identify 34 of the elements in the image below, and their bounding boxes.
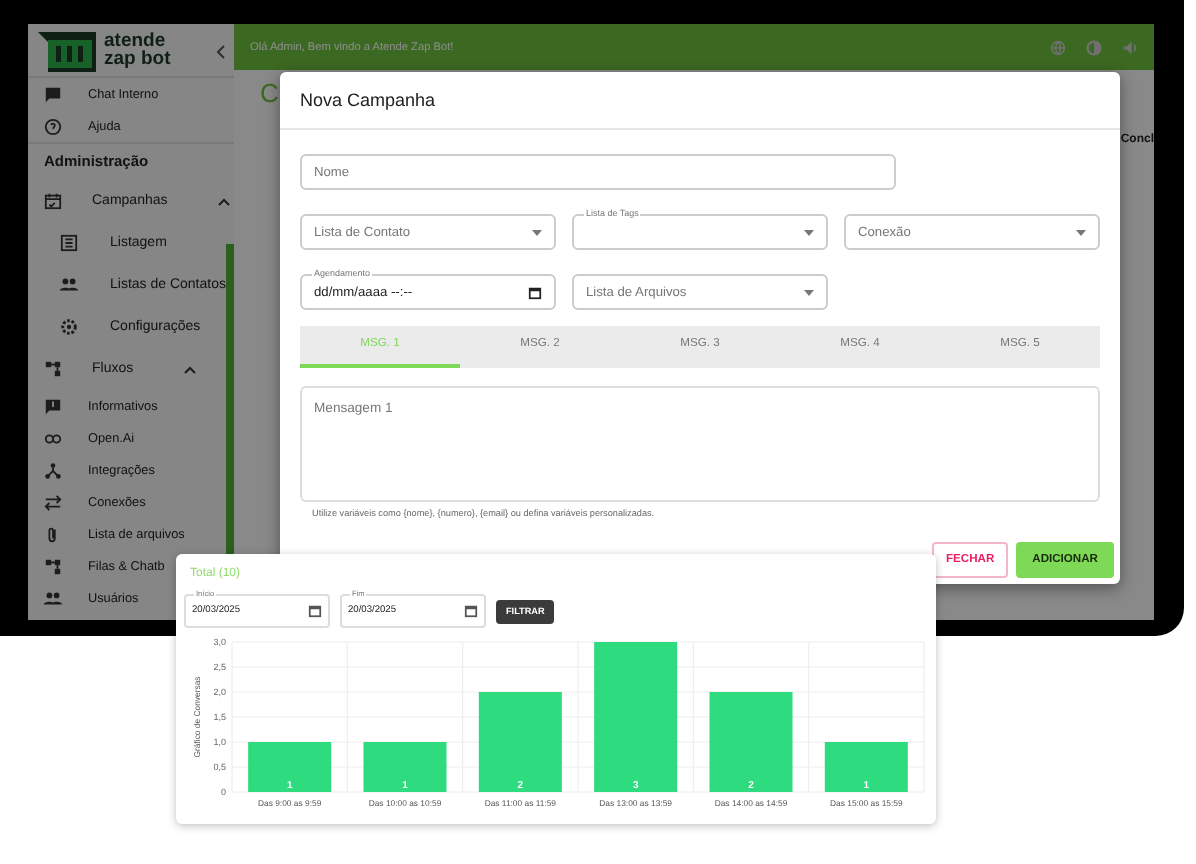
chevron-left-icon: [216, 43, 226, 59]
bar: [248, 742, 332, 792]
help-icon: [44, 117, 62, 135]
tree-icon: [44, 557, 62, 575]
list-icon: [60, 234, 78, 252]
tree-icon: [44, 360, 62, 378]
logo-icon: [38, 29, 98, 73]
dropdown-caret-icon: [532, 229, 542, 235]
volume-icon: [1122, 39, 1138, 55]
dropdown-caret-icon: [804, 289, 814, 295]
dialog-title: Nova Campanha: [280, 72, 1120, 130]
calendar-icon: [464, 604, 478, 618]
fork-icon: [44, 461, 62, 479]
calendar-icon: [528, 285, 542, 299]
chat-icon: [44, 85, 62, 103]
people-icon: [60, 276, 78, 294]
dropdown-caret-icon: [804, 229, 814, 235]
paperclip-icon: [44, 525, 62, 543]
globe-icon: [1050, 39, 1066, 55]
link-icon: [44, 429, 62, 447]
bar: [363, 742, 447, 792]
calendar-icon: [44, 192, 62, 210]
message-icon: [44, 397, 62, 415]
logo-text: atende zap bot: [104, 34, 173, 68]
bar: [824, 742, 908, 792]
page-title: C: [260, 78, 279, 108]
bar: [709, 692, 793, 792]
calendar-icon: [308, 604, 322, 618]
contrast-icon: [1086, 39, 1102, 55]
people-icon: [44, 589, 62, 607]
gear-icon: [60, 318, 78, 336]
bar: [478, 692, 562, 792]
arrows-icon: [44, 493, 62, 511]
dropdown-caret-icon: [1076, 229, 1086, 235]
